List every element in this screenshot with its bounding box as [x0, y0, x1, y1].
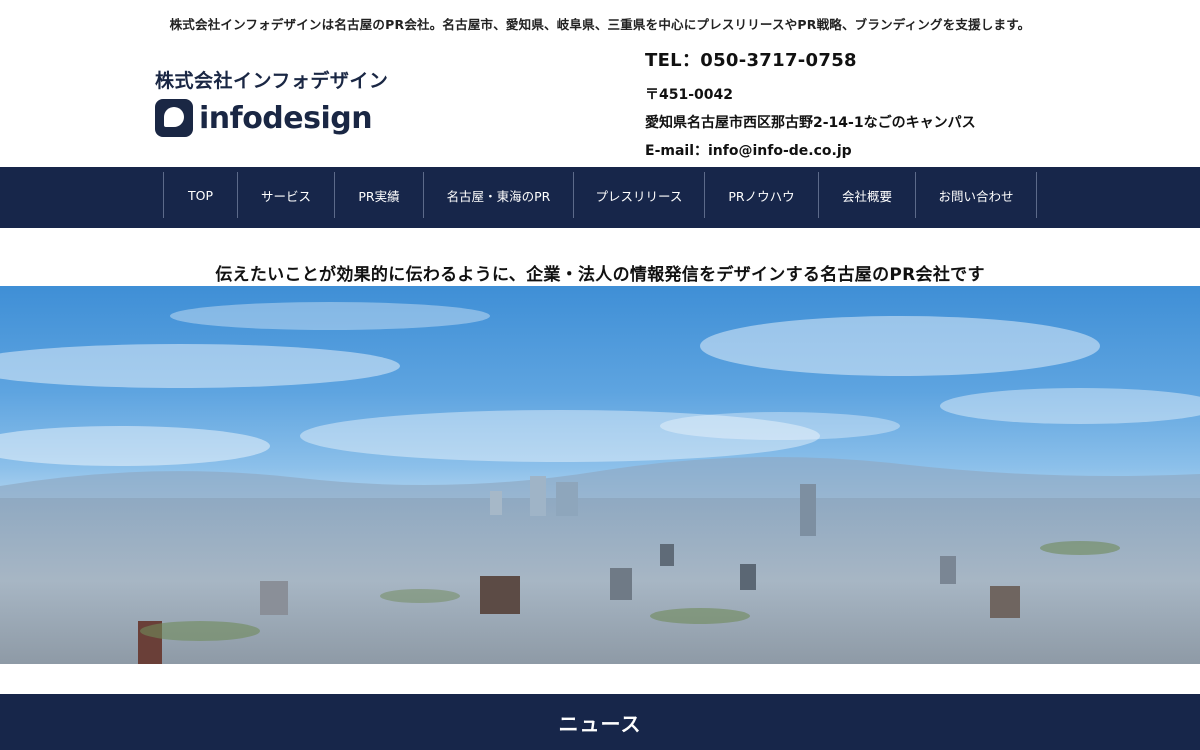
news-section-header: ニュース — [0, 694, 1200, 750]
cityscape-illustration — [0, 302, 1200, 664]
nav-item-top[interactable]: TOP — [164, 172, 238, 218]
logo-mark-icon — [155, 99, 193, 137]
nav-item-pr-results[interactable]: PR実績 — [335, 172, 424, 218]
nav-item-pr-knowhow[interactable]: PRノウハウ — [705, 172, 819, 218]
nav-item-services[interactable]: サービス — [238, 172, 335, 218]
nav-list: TOP サービス PR実績 名古屋・東海のPR プレスリリース PRノウハウ 会… — [163, 172, 1037, 218]
hero-cityscape-image — [0, 286, 1200, 664]
logo-company-name: 株式会社インフォデザイン — [155, 70, 389, 92]
nav-item-press-release[interactable]: プレスリリース — [574, 172, 705, 218]
site-logo[interactable]: 株式会社インフォデザイン infodesign — [155, 66, 395, 137]
news-heading: ニュース — [558, 712, 642, 736]
catch-copy: 伝えたいことが効果的に伝わるように、企業・法人の情報発信をデザインする名古屋のP… — [215, 265, 985, 285]
postal-code: 〒451-0042 — [645, 87, 733, 103]
logo-wordmark: infodesign — [199, 100, 373, 136]
contact-info: TEL：050-3717-0758 〒451-0042 愛知県名古屋市西区那古野… — [645, 46, 976, 160]
nav-item-nagoya-tokai-pr[interactable]: 名古屋・東海のPR — [424, 172, 574, 218]
address: 愛知県名古屋市西区那古野2-14-1なごのキャンパス — [645, 115, 976, 131]
global-nav: TOP サービス PR実績 名古屋・東海のPR プレスリリース PRノウハウ 会… — [0, 167, 1200, 228]
phone-number[interactable]: TEL：050-3717-0758 — [645, 46, 976, 72]
nav-item-contact[interactable]: お問い合わせ — [916, 172, 1037, 218]
email-address[interactable]: E-mail：info@info-de.co.jp — [645, 140, 976, 160]
nav-item-company[interactable]: 会社概要 — [819, 172, 916, 218]
site-tagline: 株式会社インフォデザインは名古屋のPR会社。名古屋市、愛知県、岐阜県、三重県を中… — [169, 17, 1031, 32]
